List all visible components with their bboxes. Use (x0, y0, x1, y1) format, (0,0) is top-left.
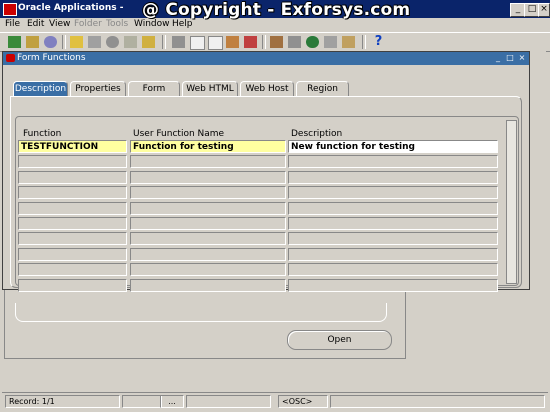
record-indicator: Record: 1/1 (5, 395, 120, 408)
toolbar-separator (62, 35, 66, 49)
user-function-name-field[interactable] (130, 202, 286, 215)
description-field[interactable] (288, 263, 498, 276)
close-button[interactable]: × (538, 3, 550, 17)
user-function-name-field[interactable] (130, 186, 286, 199)
description-field[interactable] (288, 279, 498, 292)
edit-icon[interactable] (270, 36, 283, 48)
menu-file[interactable]: File (5, 19, 20, 29)
copy-icon[interactable] (190, 36, 205, 50)
tab-region[interactable]: Region (296, 81, 349, 96)
menu-help[interactable]: Help (172, 19, 193, 29)
user-function-name-field[interactable] (130, 171, 286, 184)
menu-bar: File Edit View Folder Tools Window Help (0, 18, 550, 32)
column-header-description: Description (291, 129, 343, 139)
delete-record-icon[interactable] (244, 36, 257, 48)
status-field-1 (122, 395, 162, 408)
description-field[interactable] (288, 248, 498, 261)
folder-icon[interactable] (70, 36, 83, 48)
copyright-watermark: @ Copyright - Exforsys.com (142, 0, 411, 20)
user-function-name-field[interactable] (130, 217, 286, 230)
function-field[interactable] (18, 279, 127, 292)
description-field[interactable] (288, 171, 498, 184)
function-field[interactable] (18, 186, 127, 199)
form-minimize-button[interactable]: _ (493, 53, 503, 63)
tab-form[interactable]: Form (128, 81, 180, 96)
attach-icon[interactable] (124, 36, 137, 48)
open-icon[interactable] (26, 36, 39, 48)
toolbar-separator (262, 35, 266, 49)
tab-web-host[interactable]: Web Host (240, 81, 294, 96)
user-function-name-field[interactable] (130, 232, 286, 245)
form-icon (6, 54, 15, 62)
user-function-name-field[interactable] (130, 279, 286, 292)
toolbar-separator (362, 35, 366, 49)
new-record-icon[interactable] (226, 36, 239, 48)
zoom-icon[interactable] (142, 36, 155, 48)
tab-web-html[interactable]: Web HTML (182, 81, 238, 96)
description-field[interactable] (288, 217, 498, 230)
osc-indicator: <OSC> (278, 395, 328, 408)
toolbar: ? (0, 32, 550, 52)
description-field[interactable] (288, 202, 498, 215)
form-title-bar: Form Functions _ □ × (3, 52, 529, 65)
save-icon[interactable] (44, 36, 57, 48)
description-field[interactable] (288, 155, 498, 168)
menu-folder[interactable]: Folder (74, 19, 102, 29)
form-title: Form Functions (17, 53, 86, 63)
function-field[interactable] (18, 217, 127, 230)
print-icon[interactable] (88, 36, 101, 48)
status-list-indicator: ... (160, 395, 184, 408)
menu-edit[interactable]: Edit (27, 19, 44, 29)
globe-icon[interactable] (306, 36, 319, 48)
function-field[interactable]: TESTFUNCTION (18, 140, 127, 153)
menu-tools[interactable]: Tools (106, 19, 128, 29)
description-field[interactable]: New function for testing (288, 140, 498, 153)
form-close-button[interactable]: × (517, 53, 527, 63)
tab-properties[interactable]: Properties (70, 81, 126, 96)
function-field[interactable] (18, 202, 127, 215)
description-field[interactable] (288, 232, 498, 245)
form-maximize-button[interactable]: □ (505, 53, 515, 63)
tab-description[interactable]: Description (13, 81, 68, 96)
user-function-name-field[interactable]: Function for testing (130, 140, 286, 153)
status-field-3 (330, 395, 545, 408)
vertical-scrollbar[interactable] (506, 120, 517, 284)
open-button[interactable]: Open (287, 330, 392, 350)
menu-view[interactable]: View (49, 19, 70, 29)
user-function-name-field[interactable] (130, 263, 286, 276)
user-function-name-field[interactable] (130, 155, 286, 168)
translations-icon[interactable] (288, 36, 301, 48)
user-function-name-field[interactable] (130, 248, 286, 261)
status-field-2 (186, 395, 271, 408)
function-field[interactable] (18, 263, 127, 276)
menu-window[interactable]: Window (134, 19, 170, 29)
toolbar-separator (162, 35, 166, 49)
folder-tools-icon[interactable] (342, 36, 355, 48)
help-icon[interactable]: ? (372, 35, 385, 48)
attachments-icon[interactable] (324, 36, 337, 48)
window-title: Oracle Applications - (18, 3, 124, 13)
function-field[interactable] (18, 171, 127, 184)
function-field[interactable] (18, 248, 127, 261)
description-field[interactable] (288, 186, 498, 199)
navigator-list-box (15, 303, 387, 322)
column-header-function: Function (23, 129, 62, 139)
paste-icon[interactable] (208, 36, 223, 50)
column-header-user-function-name: User Function Name (133, 129, 225, 139)
app-icon (3, 3, 17, 16)
cut-icon[interactable] (172, 36, 185, 48)
function-field[interactable] (18, 155, 127, 168)
find-icon[interactable] (106, 36, 119, 48)
function-field[interactable] (18, 232, 127, 245)
new-icon[interactable] (8, 36, 21, 48)
